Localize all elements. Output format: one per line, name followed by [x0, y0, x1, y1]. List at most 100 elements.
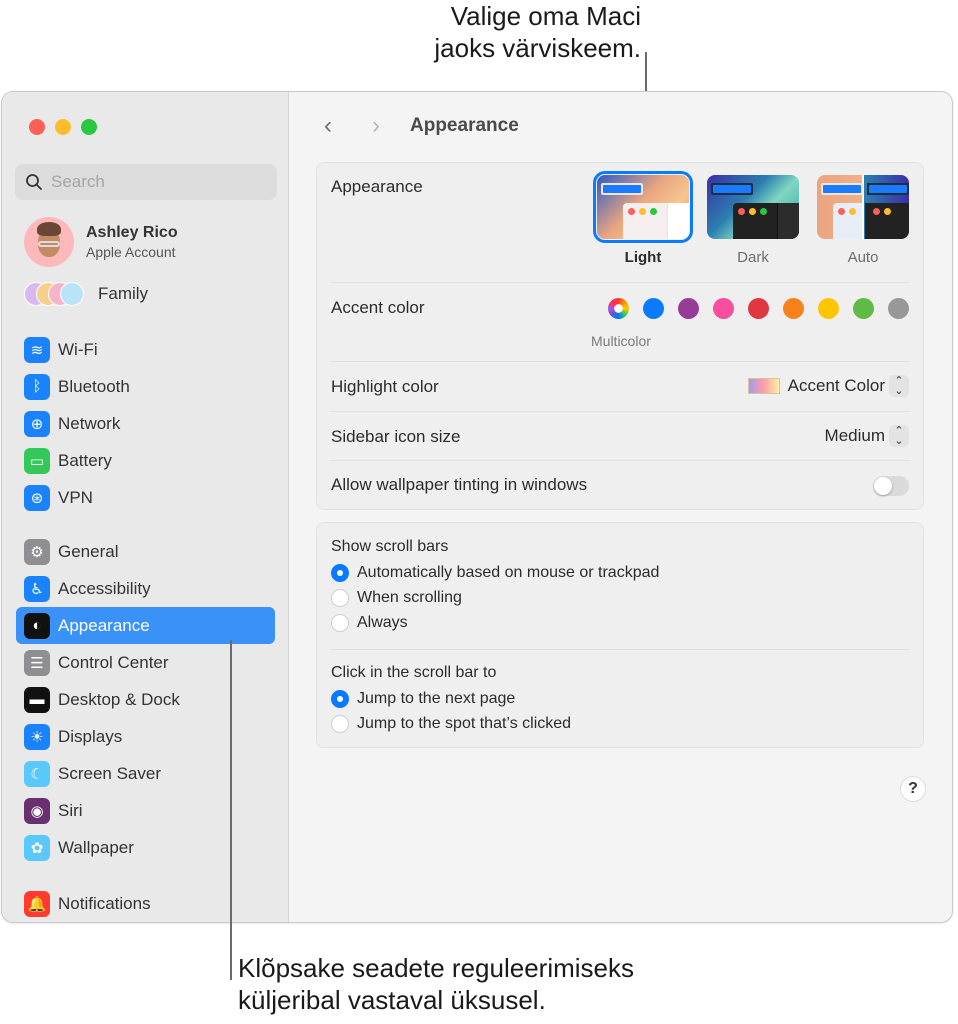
sidebar-item-screen-saver[interactable]: ☾ Screen Saver	[16, 755, 275, 792]
content-pane: ‹ › Appearance Appearance Light Dark Aut…	[290, 92, 952, 922]
sidebar-item-accessibility[interactable]: ♿ Accessibility	[16, 570, 275, 607]
screensaver-icon: ☾	[24, 760, 50, 787]
theme-light[interactable]: Light	[593, 171, 693, 266]
sidebar-item-wallpaper[interactable]: ✿ Wallpaper	[16, 829, 275, 866]
wifi-icon: ≋	[24, 336, 50, 363]
accent-swatch[interactable]	[783, 298, 804, 319]
search-input[interactable]	[51, 172, 251, 192]
battery-icon: ▭	[24, 447, 50, 474]
highlight-color-row: Highlight color Accent Color ⌃ ⌄	[331, 362, 909, 412]
minimize-button[interactable]	[55, 119, 71, 135]
sidebar-item-label: Bluetooth	[58, 376, 130, 396]
theme-light-label: Light	[624, 249, 662, 266]
family-item[interactable]: Family	[24, 282, 148, 306]
radio-button[interactable]	[331, 715, 349, 733]
callout-sidebar: Klõpsake seadete reguleerimiseks küljeri…	[238, 952, 634, 1016]
theme-light-thumbnail[interactable]	[593, 171, 693, 243]
radio-button[interactable]	[331, 614, 349, 632]
sidebar-item-battery[interactable]: ▭ Battery	[16, 442, 275, 479]
vpn-globe-icon: ⊛	[24, 484, 50, 511]
flower-icon: ✿	[24, 834, 50, 861]
zoom-button[interactable]	[81, 119, 97, 135]
back-button[interactable]: ‹	[316, 112, 340, 140]
page-title: Appearance	[410, 115, 519, 136]
sidebar-item-general[interactable]: ⚙ General	[16, 533, 275, 570]
scroll-bar-settings-panel: Show scroll bars Automatically based on …	[316, 522, 924, 748]
sidebar-item-label: General	[58, 541, 119, 561]
sidebar-item-vpn[interactable]: ⊛ VPN	[16, 479, 275, 516]
sidebar-item-desktop-dock[interactable]: ▬ Desktop & Dock	[16, 681, 275, 718]
sidebar-icon-size-label: Sidebar icon size	[331, 427, 461, 446]
radio-scroll-auto[interactable]: Automatically based on mouse or trackpad	[331, 564, 659, 582]
close-button[interactable]	[29, 119, 45, 135]
sidebar-item-siri[interactable]: ◉ Siri	[16, 792, 275, 829]
radio-jump-next-page[interactable]: Jump to the next page	[331, 690, 515, 708]
theme-dark-thumbnail[interactable]	[707, 175, 799, 239]
accent-swatch[interactable]	[818, 298, 839, 319]
sidebar-item-label: Siri	[58, 800, 83, 820]
sidebar-item-network[interactable]: ⊕ Network	[16, 405, 275, 442]
gear-icon: ⚙	[24, 538, 50, 565]
highlight-color-value: Accent Color	[787, 376, 885, 395]
callout-text: Klõpsake seadete reguleerimiseks	[238, 953, 634, 983]
sidebar-icon-size-popup[interactable]: Medium ⌃ ⌄	[825, 425, 909, 447]
sidebar-item-displays[interactable]: ☀ Displays	[16, 718, 275, 755]
sidebar-icon-size-row: Sidebar icon size Medium ⌃ ⌄	[331, 412, 909, 461]
theme-dark[interactable]: Dark	[707, 175, 799, 266]
forward-button[interactable]: ›	[364, 112, 388, 140]
chevron-left-icon: ‹	[324, 112, 332, 139]
bluetooth-icon: ᛒ	[24, 373, 50, 400]
sidebar-item-notifications[interactable]: 🔔 Notifications	[16, 885, 275, 922]
help-button[interactable]: ?	[900, 776, 926, 802]
accent-swatch[interactable]	[643, 298, 664, 319]
avatar	[24, 217, 74, 267]
show-scroll-bars-title: Show scroll bars	[331, 538, 449, 555]
sidebar-item-label: Screen Saver	[58, 763, 161, 783]
radio-scroll-always[interactable]: Always	[331, 614, 408, 632]
accent-swatch[interactable]	[678, 298, 699, 319]
appearance-label: Appearance	[331, 177, 423, 196]
radio-label: Jump to the spot that’s clicked	[357, 715, 572, 732]
accent-swatch[interactable]	[713, 298, 734, 319]
highlight-color-popup[interactable]: Accent Color ⌃ ⌄	[747, 375, 909, 397]
sidebar-item-wi-fi[interactable]: ≋ Wi-Fi	[16, 331, 275, 368]
question-mark-icon: ?	[908, 780, 918, 797]
theme-options: Light Dark Auto	[593, 171, 909, 266]
accent-color-row: Accent color Multicolor	[331, 283, 909, 362]
radio-label: When scrolling	[357, 589, 462, 606]
accent-swatch[interactable]	[853, 298, 874, 319]
theme-auto-thumbnail[interactable]	[817, 175, 909, 239]
radio-jump-to-spot[interactable]: Jump to the spot that’s clicked	[331, 715, 571, 733]
radio-button[interactable]	[331, 690, 349, 708]
wallpaper-tinting-label: Allow wallpaper tinting in windows	[331, 475, 588, 494]
family-avatars	[24, 282, 86, 306]
radio-button[interactable]	[331, 564, 349, 582]
sidebar-item-label: Battery	[58, 450, 112, 470]
accent-color-swatches	[608, 298, 909, 319]
sidebar-item-label: Network	[58, 413, 121, 433]
callout-color-scheme: Valige oma Maci jaoks värviskeem.	[405, 0, 641, 64]
apple-account[interactable]: Ashley Rico Apple Account	[24, 217, 178, 267]
toggles-icon: ☰	[24, 649, 50, 676]
radio-scroll-when-scrolling[interactable]: When scrolling	[331, 589, 462, 607]
radio-label: Always	[357, 614, 408, 631]
sidebar-item-bluetooth[interactable]: ᛒ Bluetooth	[16, 368, 275, 405]
search-field[interactable]	[15, 164, 277, 200]
radio-button[interactable]	[331, 589, 349, 607]
sidebar-item-appearance[interactable]: ◐ Appearance	[16, 607, 275, 644]
accent-color-label: Accent color	[331, 298, 425, 317]
sun-icon: ☀	[24, 723, 50, 750]
accent-swatch[interactable]	[888, 298, 909, 319]
accent-swatch-multicolor[interactable]	[608, 298, 629, 319]
window-controls	[29, 119, 97, 135]
wallpaper-tinting-toggle[interactable]	[873, 476, 909, 496]
appearance-settings-panel: Appearance Light Dark Auto Accent color …	[316, 162, 924, 510]
divider	[331, 649, 909, 650]
sidebar-item-control-center[interactable]: ☰ Control Center	[16, 644, 275, 681]
globe-icon: ⊕	[24, 410, 50, 437]
theme-auto[interactable]: Auto	[817, 175, 909, 266]
callout-text: jaoks värviskeem.	[434, 33, 641, 63]
toolbar: ‹ › Appearance	[290, 108, 519, 144]
accent-swatch[interactable]	[748, 298, 769, 319]
theme-dark-label: Dark	[737, 249, 769, 266]
